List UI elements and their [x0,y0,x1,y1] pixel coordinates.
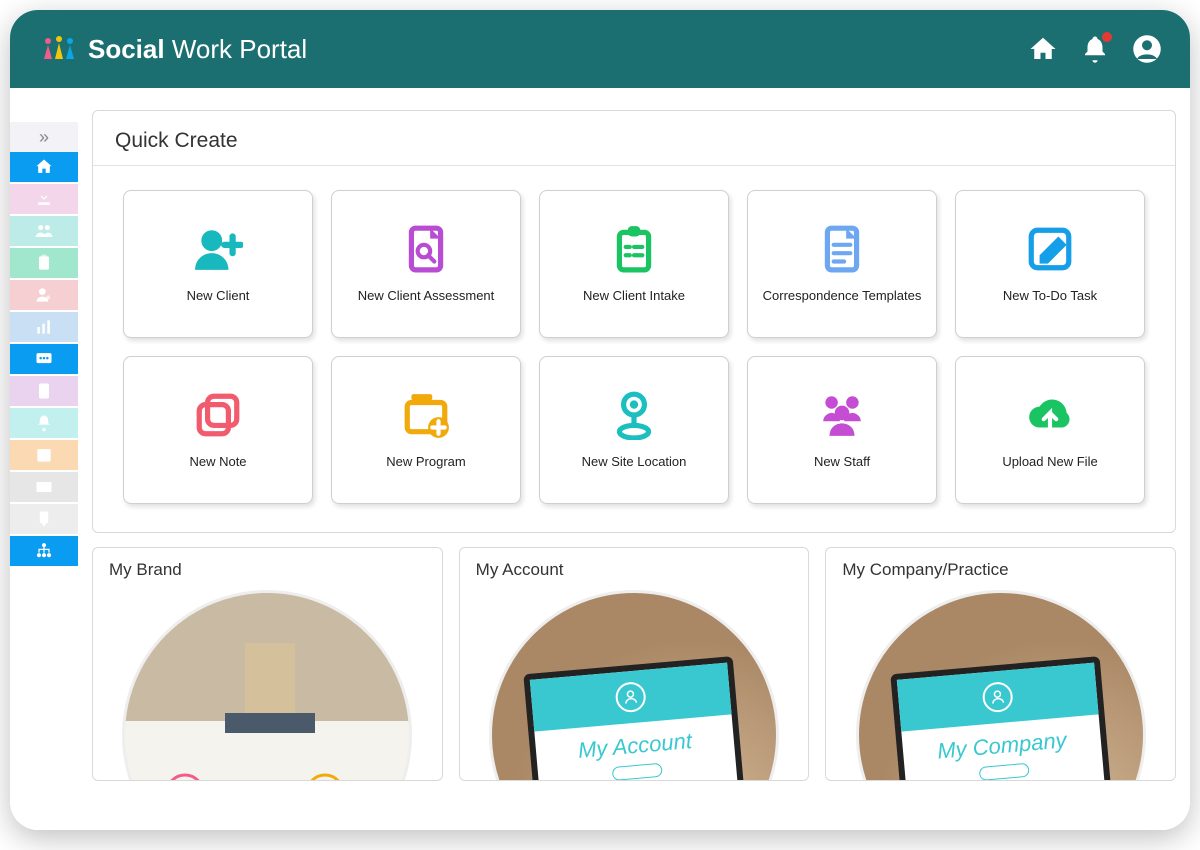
quick-card-edit-square[interactable]: New To-Do Task [955,190,1145,338]
sidebar-item-download[interactable] [10,184,78,214]
main-content: Quick Create New Client New Client Assess… [78,88,1190,830]
hierarchy-icon [34,541,54,561]
quick-card-label: New Site Location [582,454,687,471]
info-card-0[interactable]: My BrandBRAND [92,547,443,781]
quick-card-label: New Note [189,454,246,471]
user-edit-icon [34,285,54,305]
sidebar-item-bell[interactable] [10,408,78,438]
header-actions [1028,34,1162,64]
file-search-icon [401,224,451,274]
clients-icon [34,221,54,241]
sidebar-item-clipboard[interactable] [10,248,78,278]
header-bar: Social Work Portal [10,10,1190,88]
quick-card-folder-plus[interactable]: New Program [331,356,521,504]
sidebar-item-user-edit[interactable] [10,280,78,310]
logo-icon [38,35,80,63]
sidebar-item-badge[interactable] [10,504,78,534]
brand-image: BRAND [122,590,412,780]
quick-card-label: New Client Assessment [358,288,495,305]
account-icon[interactable] [1132,34,1162,64]
quick-create-panel: Quick Create New Client New Client Assess… [92,110,1176,533]
notification-dot-icon [1102,32,1112,42]
quick-card-label: New Program [386,454,465,471]
clipboard-icon [34,253,54,273]
staff-group-icon [817,390,867,440]
quick-card-label: New Client Intake [583,288,685,305]
quick-card-label: New Staff [814,454,870,471]
logo[interactable]: Social Work Portal [38,34,307,65]
clipboard-check-icon [609,224,659,274]
note-copy-icon [193,390,243,440]
quick-create-title: Quick Create [93,111,1175,166]
info-card-2[interactable]: My Company/Practice My Company [825,547,1176,781]
quick-card-note-copy[interactable]: New Note [123,356,313,504]
quick-card-clipboard-check[interactable]: New Client Intake [539,190,729,338]
home-icon[interactable] [1028,34,1058,64]
user-plus-icon [193,224,243,274]
sidebar-item-clients[interactable] [10,216,78,246]
info-card-1[interactable]: My Account My Account [459,547,810,781]
laptop-image: My Company [856,590,1146,780]
quick-card-label: Upload New File [1002,454,1097,471]
info-card-title: My Brand [93,548,442,590]
sidebar-expand-button[interactable]: » [10,122,78,152]
download-icon [34,189,54,209]
sidebar-item-home[interactable] [10,152,78,182]
laptop-image-text: My Account [577,728,693,764]
info-card-title: My Account [460,548,809,590]
edit-square-icon [1025,224,1075,274]
cloud-up-icon [1025,390,1075,440]
laptop-image-text: My Company [936,727,1067,764]
quick-card-label: New Client [187,288,250,305]
info-card-image: My Company [826,590,1175,780]
message-icon [34,349,54,369]
sidebar-item-mail[interactable] [10,472,78,502]
app-window: Social Work Portal » Q [10,10,1190,830]
quick-card-doc-lines[interactable]: Correspondence Templates [747,190,937,338]
sidebar-item-hierarchy[interactable] [10,536,78,566]
info-card-title: My Company/Practice [826,548,1175,590]
sidebar-item-analytics[interactable] [10,312,78,342]
quick-card-user-plus[interactable]: New Client [123,190,313,338]
info-card-image: BRAND [93,590,442,780]
sidebar: » [10,88,78,830]
doc-lines-icon [817,224,867,274]
sidebar-item-message[interactable] [10,344,78,374]
info-card-image: My Account [460,590,809,780]
location-pin-icon [609,390,659,440]
home-icon [34,157,54,177]
laptop-image: My Account [489,590,779,780]
mail-icon [34,477,54,497]
analytics-icon [34,317,54,337]
sidebar-item-contact[interactable] [10,376,78,406]
quick-card-file-search[interactable]: New Client Assessment [331,190,521,338]
contact-icon [34,381,54,401]
calendar-icon [34,445,54,465]
bell-icon [34,413,54,433]
quick-card-location-pin[interactable]: New Site Location [539,356,729,504]
badge-icon [34,509,54,529]
quick-card-label: New To-Do Task [1003,288,1097,305]
quick-card-cloud-up[interactable]: Upload New File [955,356,1145,504]
folder-plus-icon [401,390,451,440]
chevron-right-icon: » [39,127,49,148]
bell-icon[interactable] [1080,34,1110,64]
quick-card-staff-group[interactable]: New Staff [747,356,937,504]
quick-card-label: Correspondence Templates [763,288,922,305]
sidebar-item-calendar[interactable] [10,440,78,470]
logo-text: Social Work Portal [88,34,307,65]
